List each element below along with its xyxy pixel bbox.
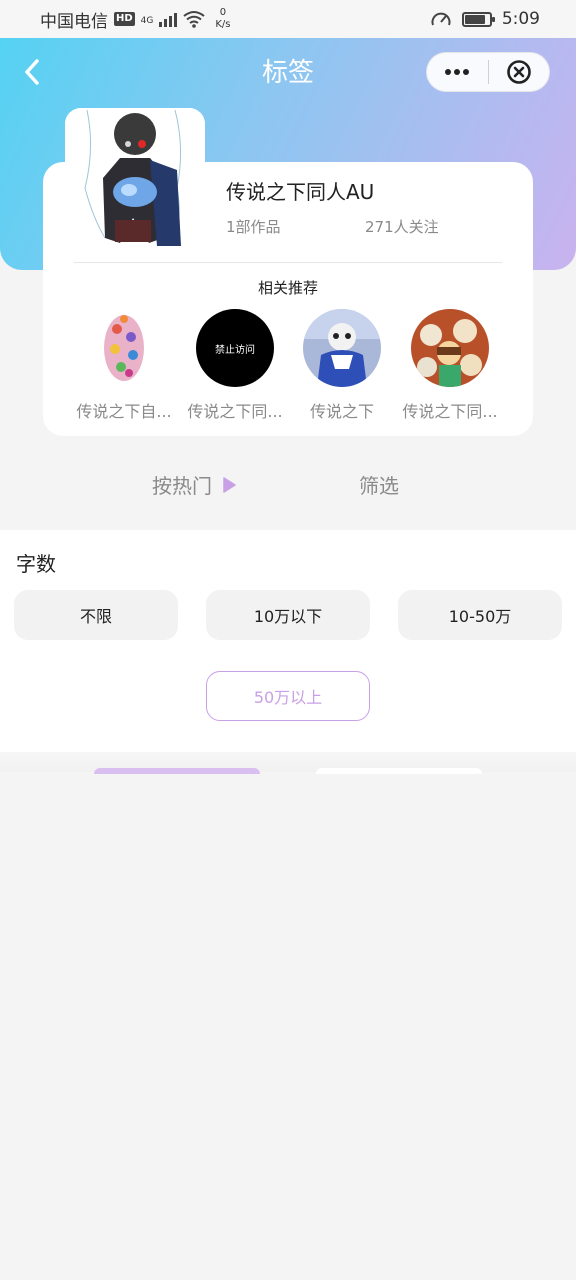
clock: 5:09 — [501, 9, 540, 29]
sort-by-hot-button[interactable]: 按热门 — [152, 470, 236, 499]
related-thumb-text: 禁止访问 — [215, 344, 255, 356]
related-title: 相关推荐 — [257, 279, 318, 297]
wifi-icon — [183, 11, 205, 28]
chevron-left-icon — [25, 59, 39, 85]
related-thumb-art — [303, 309, 381, 387]
status-bar: 中国电信 HD 4G 0 K/s 5:09 — [0, 0, 576, 38]
page-title: 标签 — [261, 58, 314, 88]
related-thumb — [85, 309, 163, 387]
related-thumb — [303, 309, 381, 387]
carrier-name: 中国电信 — [40, 11, 108, 32]
hd-badge: HD — [114, 12, 135, 26]
card-divider — [74, 262, 502, 263]
status-left: 中国电信 HD 4G 0 K/s — [40, 7, 231, 32]
close-button[interactable] — [488, 53, 549, 91]
filter-panel: 字数 不限 10万以下 10-50万 50万以上 — [0, 530, 576, 752]
filter-button[interactable]: 筛选 — [359, 470, 399, 499]
related-item[interactable]: 传说之下同... — [395, 309, 505, 422]
related-item[interactable]: 禁止访问 传说之下同... — [180, 309, 290, 422]
status-right: 5:09 — [430, 9, 540, 29]
more-button[interactable] — [427, 53, 488, 91]
related-label: 传说之下 — [309, 402, 374, 421]
net-speed-value: 0 — [219, 7, 227, 18]
works-count: 1部作品 — [226, 218, 281, 236]
related-thumb — [411, 309, 489, 387]
tag-cover-image — [65, 108, 205, 248]
play-triangle-icon — [223, 476, 236, 493]
cover-artwork — [65, 108, 205, 248]
sort-hot-label: 按热门 — [152, 474, 212, 498]
related-thumb: 禁止访问 — [196, 309, 274, 387]
confirm-button-edge — [316, 768, 482, 774]
related-label: 传说之下同... — [187, 402, 283, 421]
net-speed-unit: K/s — [215, 19, 231, 30]
miniprogram-capsule — [426, 52, 550, 92]
related-label: 传说之下同... — [402, 402, 498, 421]
related-thumb-art — [85, 309, 163, 387]
speedometer-icon — [431, 12, 451, 26]
back-button[interactable] — [16, 56, 48, 88]
related-label: 传说之下自... — [76, 402, 172, 421]
circle-close-icon — [506, 60, 531, 84]
net-speed: 0 K/s — [215, 7, 230, 31]
filter-panel-footer — [0, 752, 576, 772]
tag-name: 传说之下同人AU — [226, 180, 375, 204]
more-dots-icon — [445, 69, 470, 75]
word-count-option[interactable]: 10万以下 — [206, 590, 370, 640]
word-count-option[interactable]: 50万以上 — [206, 671, 370, 721]
sort-filter-row: 按热门 筛选 — [0, 466, 576, 506]
related-item[interactable]: 传说之下 — [287, 309, 397, 422]
network-type: 4G — [140, 15, 154, 26]
word-count-option[interactable]: 不限 — [14, 590, 178, 640]
battery-level — [464, 14, 486, 24]
signal-icon — [159, 11, 178, 27]
word-count-option[interactable]: 10-50万 — [398, 590, 562, 640]
battery-icon — [461, 11, 495, 27]
followers-count: 271人关注 — [365, 218, 439, 236]
reset-button-edge — [94, 768, 260, 774]
word-count-heading: 字数 — [16, 552, 56, 576]
related-item[interactable]: 传说之下自... — [69, 309, 179, 422]
related-thumb-art — [411, 309, 489, 387]
